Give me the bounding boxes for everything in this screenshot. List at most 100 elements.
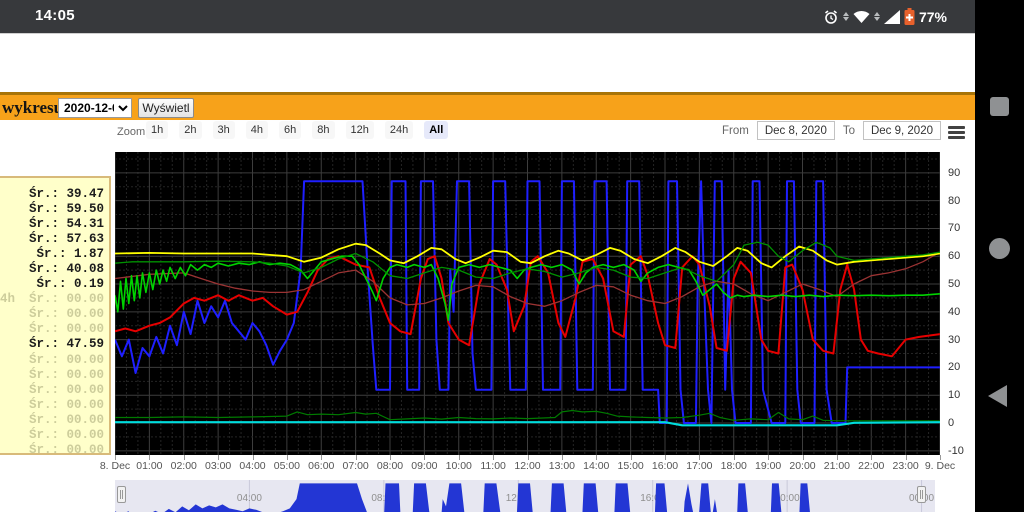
wifi-icon [853,10,870,23]
x-tick-label: 16:00 [651,460,679,472]
to-date-input[interactable] [863,121,941,140]
x-tick-mark [561,455,563,460]
x-tick-mark [802,455,804,460]
zoom-button-all[interactable]: All [424,121,449,139]
navigator-right-handle[interactable] [917,486,926,503]
x-tick-mark [940,455,941,460]
clock-text: 14:05 [35,7,75,24]
y-tick-label: 40 [948,305,961,318]
x-tick-mark [183,455,185,460]
x-tick-label: 01:00 [136,460,163,472]
date-range-inputs: From To [722,121,941,140]
status-bar: 14:05 77% [0,0,975,34]
zoom-button-1h[interactable]: 1h [146,121,169,139]
average-row: Śr.: 00.00 [28,427,104,442]
x-tick-label: 21:00 [823,460,851,472]
date-toolbar: wykresu: 2020-12-08 Wyświetl [0,92,975,120]
x-tick-label: 04:00 [239,460,266,472]
zoom-button-2h[interactable]: 2h [179,121,202,139]
status-icons: 77% [823,0,947,33]
x-tick-mark [768,455,770,460]
average-row: Śr.: 00.00 [28,397,104,412]
x-tick-label: 09:00 [411,460,438,472]
x-tick-label: 8. Dec [99,460,131,472]
average-row: Śr.: 57.63 [28,232,104,247]
zoom-button-24h[interactable]: 24h [384,121,414,139]
android-screen: 14:05 77% wykresu: 2020-12-08 Wyświetl Z… [0,0,1024,512]
average-row: Śr.: 39.47 [28,187,104,201]
average-row: Śr.: 00.00 4h [0,292,104,307]
y-tick-label: 70 [948,222,961,235]
alarm-icon [824,9,837,24]
x-tick-label: 23:00 [892,460,919,472]
data-updown-icon [842,12,849,21]
navigator-label: 04:00 [237,493,262,504]
average-row: Śr.: 00.00 [28,322,104,337]
home-button[interactable] [989,238,1010,259]
android-nav-bar [975,0,1024,512]
to-label: To [842,124,855,137]
chart-menu-icon[interactable] [948,126,965,139]
y-tick-label: 10 [948,389,961,402]
average-row: Śr.: 0.19 [36,277,104,292]
plot-area[interactable] [114,152,941,455]
zoom-label: Zoom [117,126,146,138]
navigator-left-handle[interactable] [117,486,126,503]
x-tick-mark [836,455,838,460]
average-row-prefix: 4h [0,292,16,307]
zoom-button-8h[interactable]: 8h [312,121,335,139]
zoom-button-6h[interactable]: 6h [279,121,302,139]
navigator-track[interactable]: 04:0008:0012:0016:0020:0000:00 [115,480,935,512]
zoom-button-4h[interactable]: 4h [245,121,268,139]
y-tick-label: 0 [948,417,955,430]
battery-saver-icon [904,8,915,25]
average-row: Śr.: 00.00 [28,307,104,322]
x-tick-label: 20:00 [789,460,816,472]
from-label: From [722,124,749,137]
display-button[interactable]: Wyświetl [138,98,194,118]
x-tick-mark [905,455,907,460]
x-tick-mark [665,455,666,460]
average-row: Śr.: 00.00 [28,382,104,397]
zoom-button-group: 1h 2h 3h 4h 6h 8h 12h 24h All [146,121,449,139]
y-tick-label: 90 [948,166,961,179]
x-tick-mark [321,455,323,460]
x-tick-mark [493,455,495,460]
average-row: Śr.: 1.87 [36,247,104,262]
x-tick-label: 13:00 [548,460,576,472]
x-tick-mark [596,455,598,460]
x-tick-mark [390,455,391,460]
y-tick-label: 80 [948,194,961,207]
average-row: Śr.: 00.00 [28,412,104,427]
average-row: Śr.: 47.59 [28,337,104,352]
x-tick-label: 02:00 [170,460,197,472]
x-tick-mark [527,455,529,460]
x-tick-mark [871,455,873,460]
x-tick-mark [115,455,116,460]
y-tick-label: -10 [948,444,964,457]
x-tick-label: 05:00 [273,460,301,472]
zoom-button-12h[interactable]: 12h [345,121,374,139]
zoom-button-3h[interactable]: 3h [212,121,235,139]
signal-icon [883,9,900,24]
x-tick-label: 08:00 [376,460,404,472]
average-row: Śr.: 00.00 [28,367,104,382]
x-tick-mark [699,455,701,460]
date-select[interactable]: 2020-12-08 [58,98,132,118]
average-row: Śr.: 00.00 [28,442,104,455]
battery-percent-text: 77% [918,8,947,25]
average-row: Śr.: 00.00 [28,352,104,367]
y-tick-label: 50 [948,278,961,291]
y-tick-label: 60 [948,250,961,263]
x-tick-mark [458,455,460,460]
x-tick-label: 15:00 [617,460,644,472]
average-row: Śr.: 40.08 [28,262,104,277]
x-tick-label: 18:00 [720,460,747,472]
from-date-input[interactable] [756,121,835,140]
x-tick-mark [733,455,735,460]
average-row: Śr.: 54.31 [28,217,104,232]
x-tick-label: 22:00 [858,460,885,472]
back-button[interactable] [988,385,1007,407]
recents-button[interactable] [990,97,1009,116]
x-tick-mark [424,455,426,460]
